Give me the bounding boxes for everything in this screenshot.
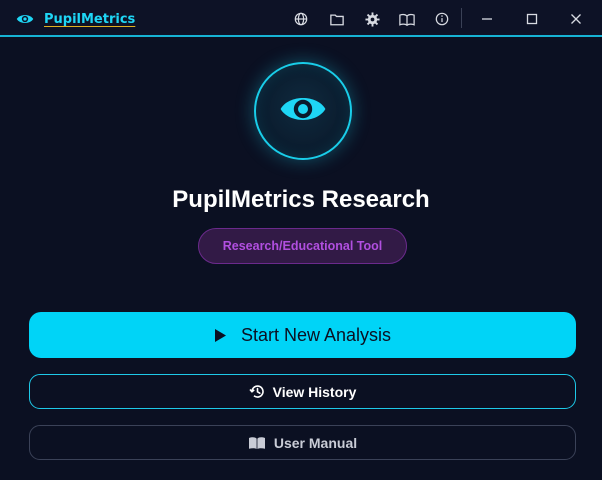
minimize-icon[interactable] xyxy=(477,9,497,29)
book-icon xyxy=(248,436,266,450)
view-history-button[interactable]: View History xyxy=(29,374,576,409)
start-new-analysis-label: Start New Analysis xyxy=(240,324,392,345)
logo-badge xyxy=(254,62,352,160)
close-icon[interactable] xyxy=(566,9,586,29)
history-icon xyxy=(249,384,265,399)
book-icon[interactable] xyxy=(398,10,416,28)
user-manual-label: User Manual xyxy=(273,434,358,451)
status-badge: Research/Educational Tool xyxy=(198,228,407,264)
app-window: PupilMetrics PupilMetrics Research Resea… xyxy=(0,0,602,480)
app-brand: PupilMetrics xyxy=(16,9,135,29)
info-icon[interactable] xyxy=(433,10,451,28)
play-icon xyxy=(214,328,227,343)
page-title: PupilMetrics Research xyxy=(172,186,430,213)
globe-icon[interactable] xyxy=(292,10,310,28)
app-title: PupilMetrics xyxy=(44,11,136,27)
start-new-analysis-button[interactable]: Start New Analysis xyxy=(29,312,576,358)
title-separator xyxy=(461,8,462,28)
view-history-label: View History xyxy=(272,383,357,400)
folder-icon[interactable] xyxy=(328,10,346,28)
eye-icon xyxy=(16,12,34,26)
eye-icon xyxy=(279,92,327,130)
user-manual-button[interactable]: User Manual xyxy=(29,425,576,460)
gear-icon[interactable] xyxy=(363,10,381,28)
title-bar: PupilMetrics xyxy=(0,0,602,37)
maximize-icon[interactable] xyxy=(522,9,542,29)
